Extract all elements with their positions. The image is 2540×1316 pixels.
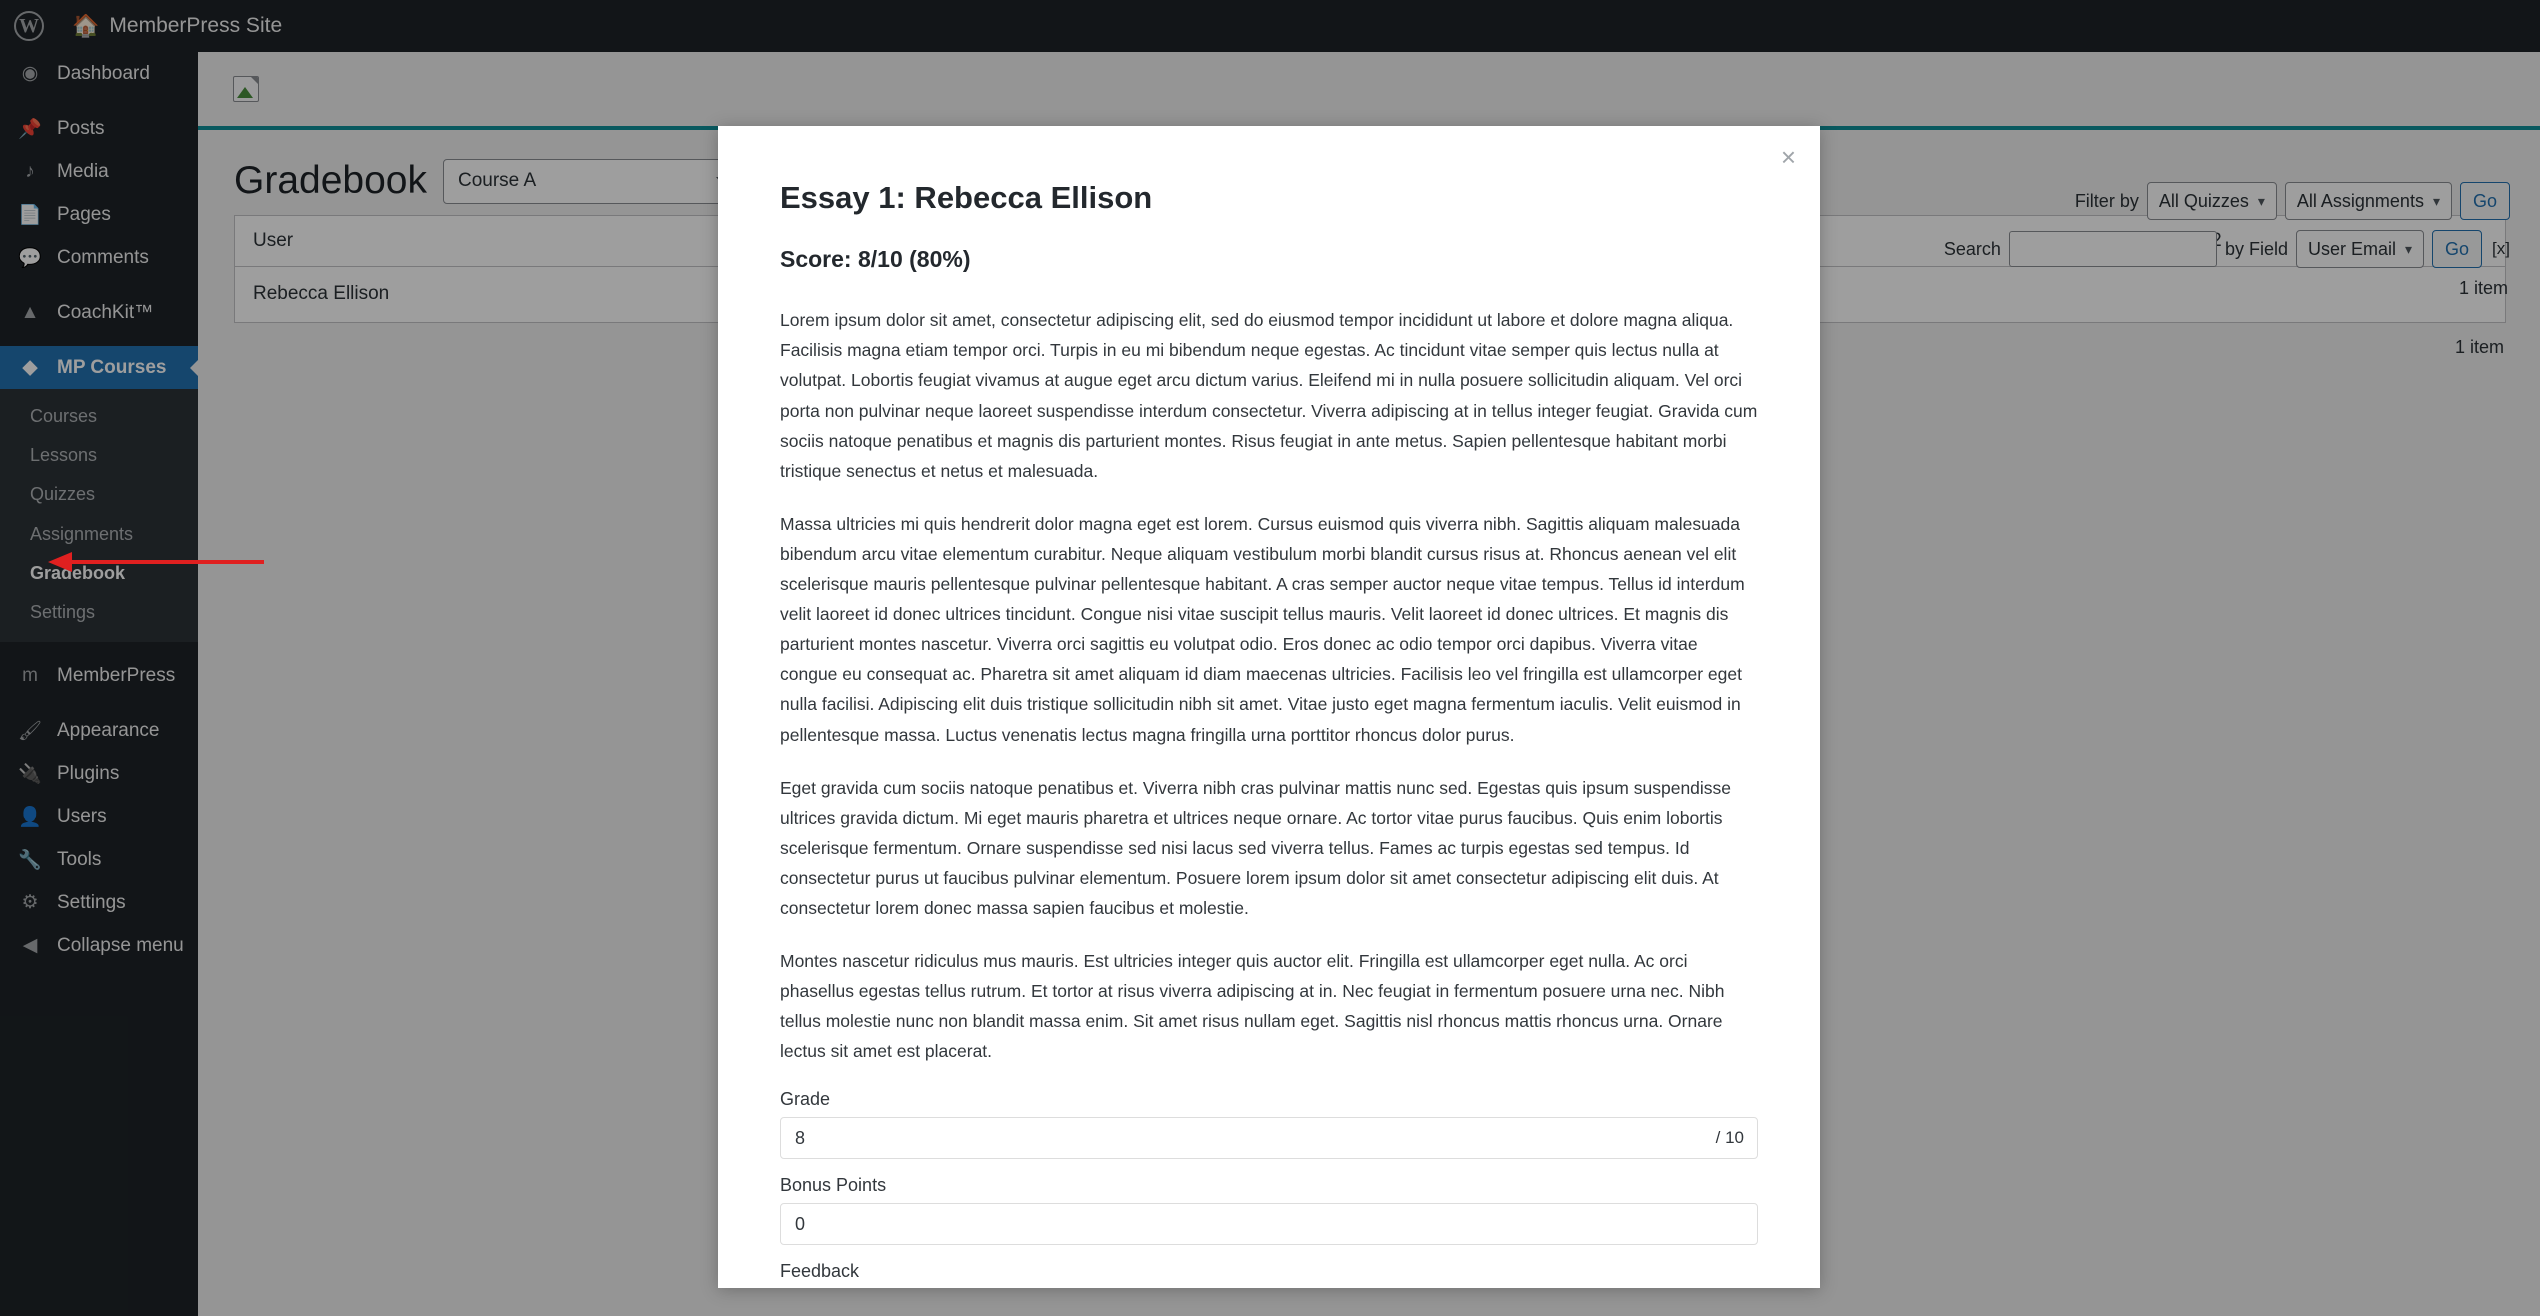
feedback-label: Feedback [780,1261,860,1282]
essay-paragraph: Montes nascetur ridiculus mus mauris. Es… [780,951,1725,1062]
grade-input[interactable] [780,1117,1758,1160]
score-text: Score: 8/10 (80%) [780,246,971,273]
bonus-points-label: Bonus Points [780,1175,887,1196]
grade-label: Grade [780,1089,831,1110]
bonus-field-wrap [780,1203,1758,1246]
grade-field-wrap: / 10 [780,1117,1758,1160]
grade-max-suffix: / 10 [1715,1128,1744,1148]
essay-grading-modal: × Essay 1: Rebecca Ellison Score: 8/10 (… [718,126,1820,1288]
essay-paragraph: Massa ultricies mi quis hendrerit dolor … [780,513,1745,745]
bonus-points-input[interactable] [780,1203,1758,1246]
red-arrow-annotation [48,552,264,572]
close-icon[interactable]: × [1781,144,1796,170]
essay-paragraph: Eget gravida cum sociis natoque penatibu… [780,777,1732,918]
modal-title: Essay 1: Rebecca Ellison [780,180,1153,215]
essay-paragraph: Lorem ipsum dolor sit amet, consectetur … [780,310,1758,481]
